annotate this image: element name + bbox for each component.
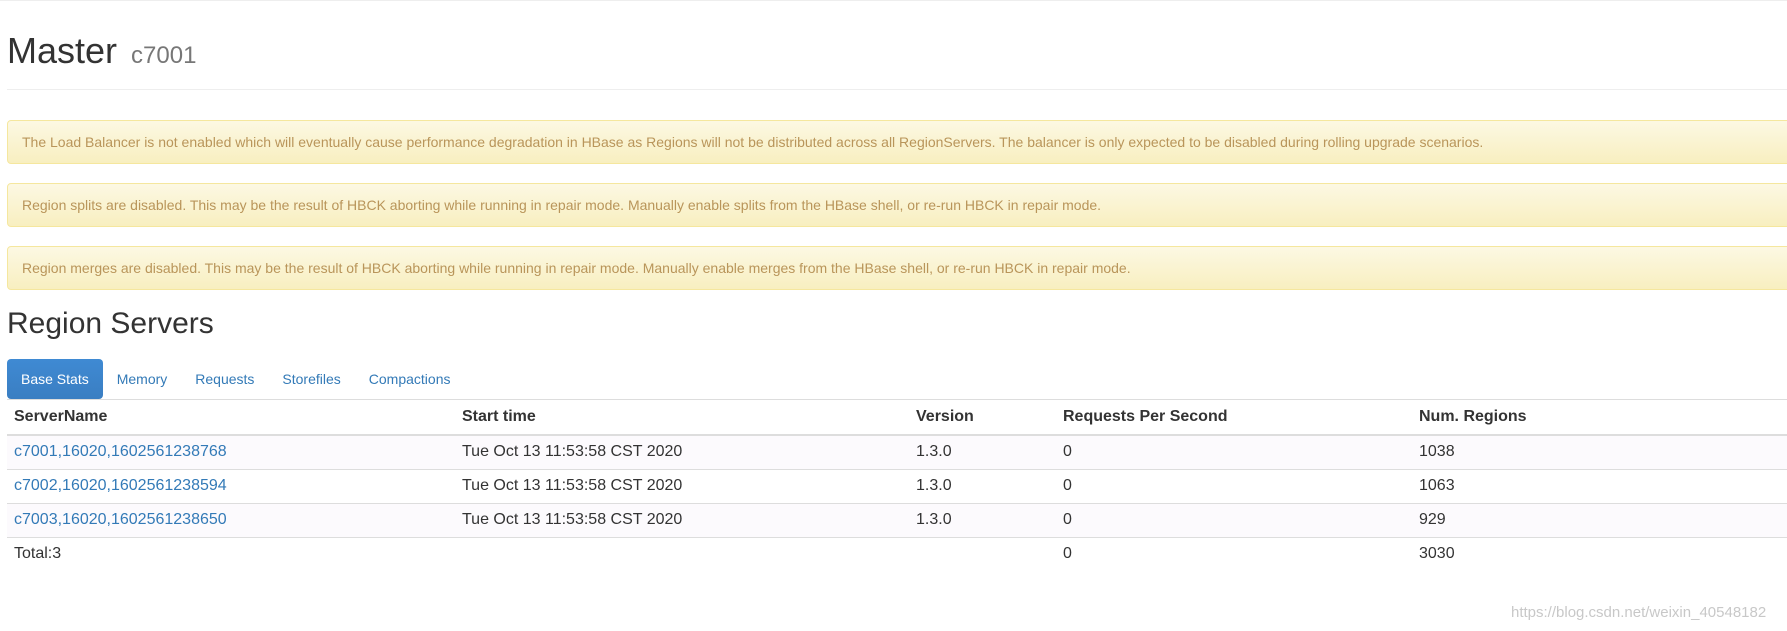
total-row: Total:3 0 3030 bbox=[7, 536, 1787, 571]
server-link[interactable]: c7002,16020,1602561238594 bbox=[14, 477, 227, 494]
region-servers-title: Region Servers bbox=[7, 306, 214, 340]
table-row: c7001,16020,1602561238768 Tue Oct 13 11:… bbox=[7, 434, 1787, 470]
page-title-text: Master bbox=[7, 30, 118, 71]
requests-per-second-cell: 0 bbox=[1056, 434, 1412, 470]
version-cell: 1.3.0 bbox=[909, 434, 1056, 470]
region-servers-tabs: Base Stats Memory Requests Storefiles Co… bbox=[7, 358, 1787, 399]
num-regions-cell: 1038 bbox=[1412, 434, 1787, 470]
table-header-row: ServerName Start time Version Requests P… bbox=[7, 399, 1787, 436]
page-header: Master c7001 bbox=[7, 1, 1787, 90]
tab-base-stats[interactable]: Base Stats bbox=[7, 358, 103, 399]
version-cell: 1.3.0 bbox=[909, 468, 1056, 504]
tab-storefiles[interactable]: Storefiles bbox=[268, 359, 354, 399]
start-time-cell: Tue Oct 13 11:53:58 CST 2020 bbox=[455, 502, 909, 538]
region-servers-table: ServerName Start time Version Requests P… bbox=[7, 398, 1787, 571]
total-label-cell: Total:3 bbox=[7, 536, 455, 571]
server-link[interactable]: c7001,16020,1602561238768 bbox=[14, 443, 227, 460]
column-header-servername: ServerName bbox=[7, 399, 455, 436]
total-num-regions-cell: 3030 bbox=[1412, 536, 1787, 571]
region-merges-alert: Region merges are disabled. This may be … bbox=[7, 245, 1787, 290]
page-subtitle: c7001 bbox=[131, 42, 197, 69]
requests-per-second-cell: 0 bbox=[1056, 468, 1412, 504]
column-header-start-time: Start time bbox=[455, 399, 909, 436]
tab-memory[interactable]: Memory bbox=[103, 359, 182, 399]
server-link[interactable]: c7003,16020,1602561238650 bbox=[14, 511, 227, 528]
tab-compactions[interactable]: Compactions bbox=[355, 359, 465, 399]
tab-requests[interactable]: Requests bbox=[181, 359, 268, 399]
column-header-version: Version bbox=[909, 399, 1056, 436]
server-name-cell: c7001,16020,1602561238768 bbox=[7, 434, 455, 470]
load-balancer-alert: The Load Balancer is not enabled which w… bbox=[7, 119, 1787, 164]
watermark: https://blog.csdn.net/weixin_40548182 bbox=[1511, 604, 1767, 621]
page-title: Master c7001 bbox=[7, 31, 1787, 71]
requests-per-second-cell: 0 bbox=[1056, 502, 1412, 538]
region-splits-alert: Region splits are disabled. This may be … bbox=[7, 182, 1787, 227]
start-time-cell: Tue Oct 13 11:53:58 CST 2020 bbox=[455, 468, 909, 504]
total-empty-cell bbox=[909, 536, 1056, 571]
num-regions-cell: 1063 bbox=[1412, 468, 1787, 504]
server-name-cell: c7002,16020,1602561238594 bbox=[7, 468, 455, 504]
start-time-cell: Tue Oct 13 11:53:58 CST 2020 bbox=[455, 434, 909, 470]
column-header-num-regions: Num. Regions bbox=[1412, 399, 1787, 436]
table-row: c7002,16020,1602561238594 Tue Oct 13 11:… bbox=[7, 468, 1787, 504]
column-header-requests-per-second: Requests Per Second bbox=[1056, 399, 1412, 436]
total-requests-per-second-cell: 0 bbox=[1056, 536, 1412, 571]
server-name-cell: c7003,16020,1602561238650 bbox=[7, 502, 455, 538]
table-row: c7003,16020,1602561238650 Tue Oct 13 11:… bbox=[7, 502, 1787, 538]
total-empty-cell bbox=[455, 536, 909, 571]
version-cell: 1.3.0 bbox=[909, 502, 1056, 538]
alerts: The Load Balancer is not enabled which w… bbox=[0, 119, 1787, 290]
num-regions-cell: 929 bbox=[1412, 502, 1787, 538]
